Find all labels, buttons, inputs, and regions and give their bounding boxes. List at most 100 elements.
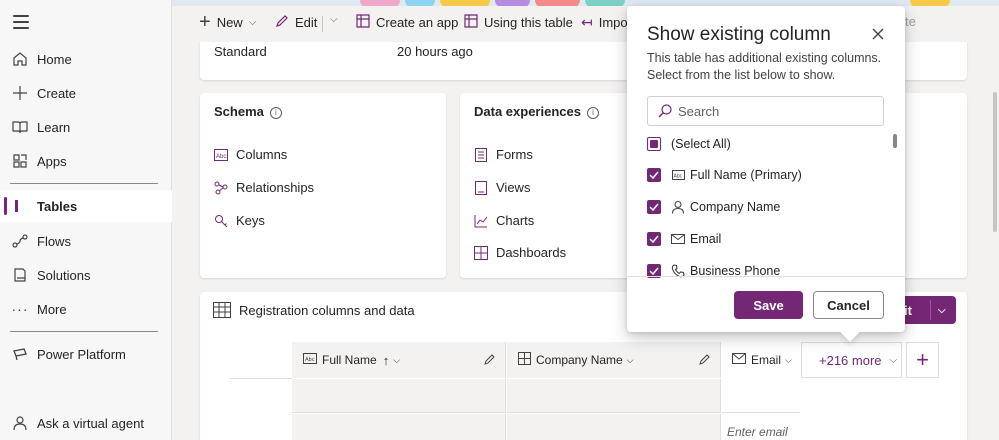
columns-icon: Abc [214, 148, 228, 162]
power-platform-icon [11, 345, 29, 363]
chevron-down-icon: ⌵ [248, 16, 257, 28]
edit-column-icon[interactable] [484, 353, 496, 368]
show-existing-column-panel: Show existing column This table has addi… [627, 6, 905, 342]
more-icon: ··· [11, 301, 29, 317]
using-this-table-button[interactable]: Using this table [464, 14, 573, 31]
agent-icon [11, 414, 29, 432]
import-button[interactable]: ↤ Impo [581, 14, 628, 31]
chevron-down-icon: ⌵ [330, 14, 338, 25]
plus-icon: + [916, 347, 929, 372]
edit-data-button[interactable]: it ⌵ [896, 296, 956, 324]
edit-button[interactable]: Edit [275, 14, 317, 31]
nav-item-create[interactable]: Create [0, 77, 172, 109]
close-icon[interactable] [870, 26, 886, 42]
split-divider [930, 300, 931, 320]
nav-divider [10, 183, 158, 184]
option-company-name[interactable]: Company Name [647, 197, 780, 217]
option-full-name[interactable]: Abc Full Name (Primary) [647, 165, 802, 185]
relationships-icon [214, 181, 228, 195]
email-input-placeholder[interactable]: Enter email [727, 425, 788, 439]
plus-icon [11, 84, 29, 102]
nav-item-virtual-agent[interactable]: Ask a virtual agent [0, 407, 172, 439]
chevron-down-icon: ⌵ [889, 354, 898, 366]
option-select-all[interactable]: (Select All) [647, 134, 731, 154]
checkbox-checked[interactable] [647, 200, 661, 214]
column-header-full-name[interactable]: Abc Full Name ↑ ⌵ [292, 342, 506, 378]
option-email[interactable]: Email [647, 229, 721, 249]
grid-cell[interactable] [292, 414, 506, 440]
column-search-box[interactable] [647, 96, 884, 126]
nav-item-more[interactable]: ··· More [0, 293, 172, 325]
cancel-button[interactable]: Cancel [813, 291, 884, 319]
column-header-email[interactable]: Email ⌵ [722, 342, 800, 378]
save-button[interactable]: Save [734, 291, 803, 319]
import-arrow-icon: ↤ [581, 14, 593, 30]
options-scrollbar[interactable] [893, 134, 897, 148]
column-header-company-name[interactable]: Company Name ⌵ [507, 342, 721, 378]
grid-table-icon [213, 302, 231, 321]
edit-dropdown-chevron[interactable]: ⌵ [330, 14, 338, 25]
active-indicator [4, 197, 7, 215]
schema-link-keys[interactable]: Keys [214, 213, 265, 228]
flow-icon [11, 232, 29, 250]
page-scrollbar[interactable] [993, 92, 997, 232]
command-separator [322, 16, 323, 32]
info-icon[interactable]: i [269, 106, 282, 119]
experience-link-label: Charts [496, 213, 535, 228]
chevron-down-icon: ⌵ [785, 354, 792, 365]
create-app-button[interactable]: Create an app [356, 14, 458, 31]
nav-item-home[interactable]: Home [0, 43, 172, 75]
hamburger-menu-icon[interactable] [13, 15, 29, 29]
edit-data-label: it [904, 302, 912, 318]
checkbox-checked[interactable] [647, 168, 661, 182]
nav-item-power-platform[interactable]: Power Platform [0, 338, 172, 370]
chevron-down-icon[interactable]: ⌵ [938, 305, 946, 316]
option-business-phone[interactable]: Business Phone [647, 261, 780, 281]
nav-label: Power Platform [37, 346, 126, 362]
new-button[interactable]: + New ⌵ [199, 12, 257, 32]
grid-cell[interactable] [292, 379, 506, 413]
nav-divider [10, 331, 158, 332]
schema-link-columns[interactable]: Abc Columns [214, 147, 287, 162]
option-label: (Select All) [671, 137, 731, 151]
svg-text:Abc: Abc [305, 357, 315, 363]
nav-item-learn[interactable]: Learn [0, 111, 172, 143]
trailing-command-button[interactable]: te [905, 14, 916, 29]
views-icon [474, 180, 488, 195]
chevron-down-icon: ⌵ [393, 354, 401, 365]
nav-label: Create [37, 85, 77, 101]
new-label: New [216, 14, 243, 30]
last-modified-value: 20 hours ago [397, 44, 473, 59]
experience-link-views[interactable]: Views [474, 180, 530, 195]
svg-text:Abc: Abc [673, 174, 682, 180]
home-icon [11, 50, 29, 68]
apps-icon [11, 152, 29, 170]
option-label: Company Name [690, 200, 781, 214]
schema-link-relationships[interactable]: Relationships [214, 180, 314, 195]
edit-label: Edit [295, 15, 318, 30]
nav-item-apps[interactable]: Apps [0, 145, 172, 177]
edit-column-icon[interactable] [699, 353, 711, 368]
column-header-label: Full Name [322, 353, 377, 367]
dashboard-icon [474, 245, 488, 260]
experience-link-dashboards[interactable]: Dashboards [474, 245, 566, 260]
grid-cell[interactable] [507, 414, 721, 440]
checkbox-checked[interactable] [647, 232, 661, 246]
experience-link-forms[interactable]: Forms [474, 147, 533, 162]
add-column-button[interactable]: + [906, 342, 939, 378]
checkbox-partial[interactable] [647, 137, 661, 151]
experience-link-charts[interactable]: Charts [474, 213, 534, 228]
column-header-label: Email [751, 353, 782, 367]
experience-link-label: Dashboards [496, 245, 567, 260]
search-input[interactable] [678, 103, 868, 119]
nav-item-tables[interactable]: Tables [0, 190, 172, 222]
schema-link-label: Columns [236, 147, 288, 162]
nav-item-solutions[interactable]: Solutions [0, 259, 172, 291]
nav-item-flows[interactable]: Flows [0, 225, 172, 257]
nav-label: Ask a virtual agent [37, 415, 144, 431]
info-icon[interactable]: i [586, 106, 599, 119]
more-columns-button[interactable]: +216 more ⌵ [801, 342, 902, 378]
tables-icon [11, 197, 29, 215]
grid-cell[interactable] [507, 379, 721, 413]
nav-label: Flows [37, 233, 71, 249]
